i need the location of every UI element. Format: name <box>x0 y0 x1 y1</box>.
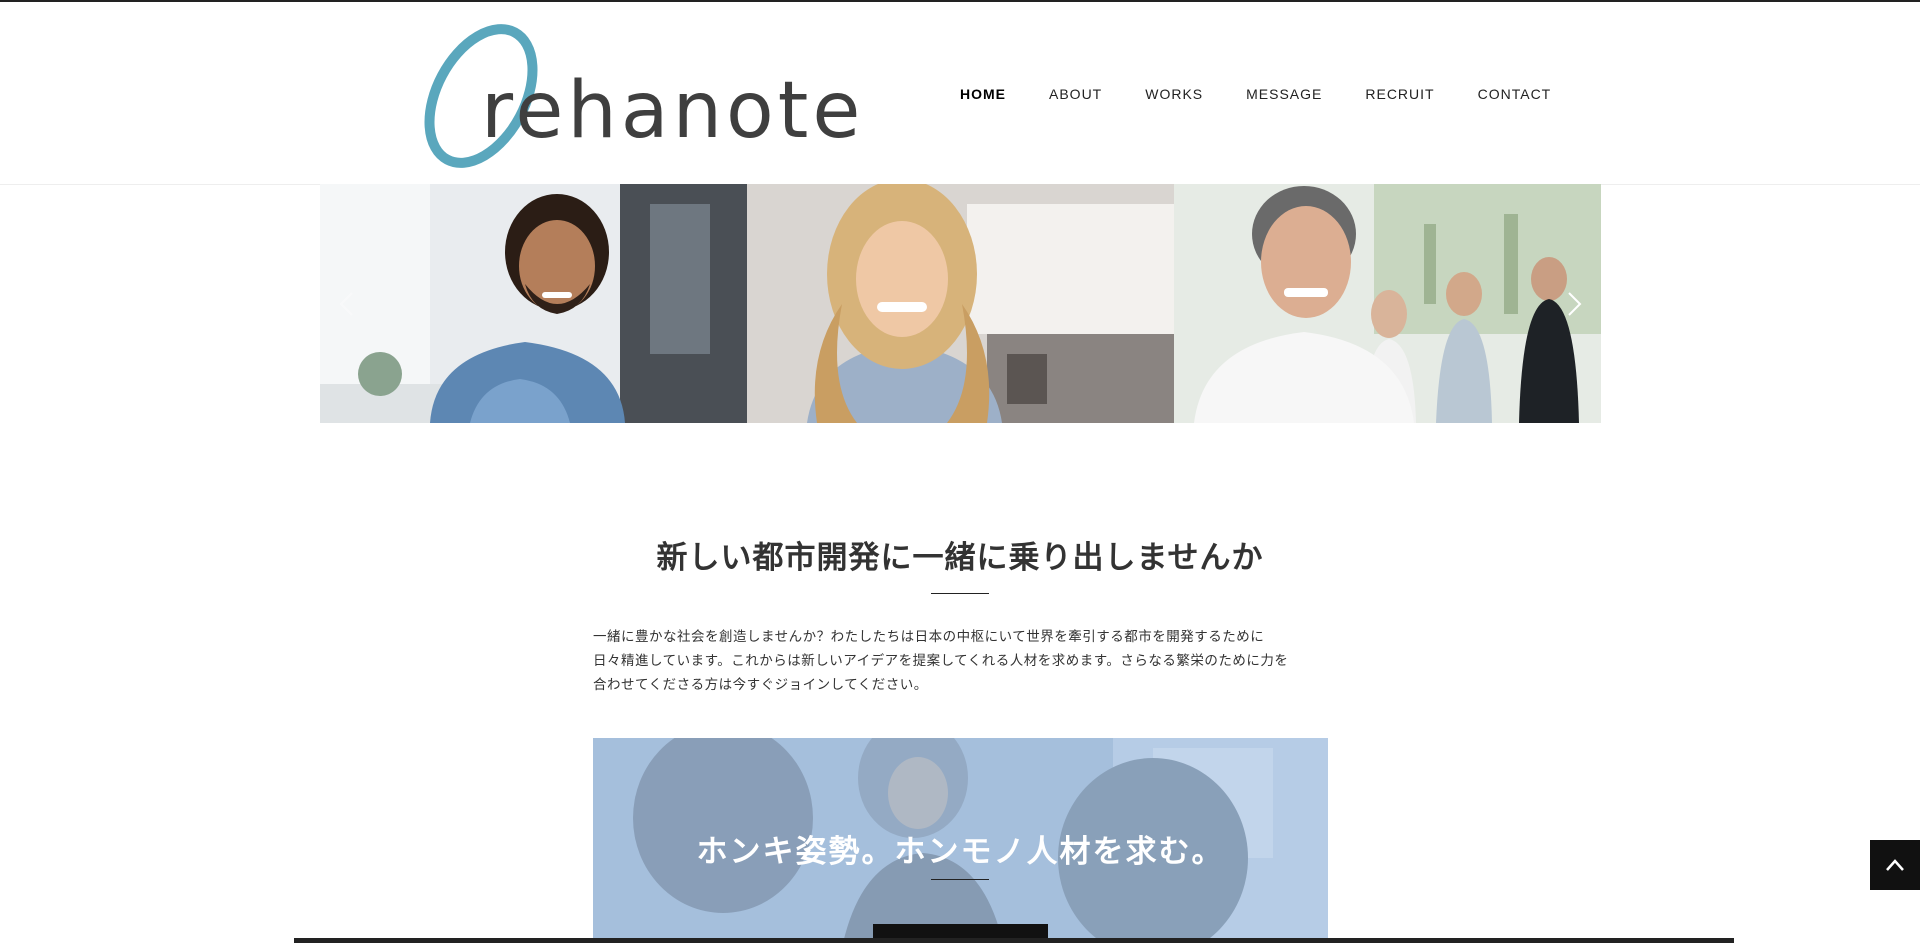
slide-man-office <box>1174 184 1601 423</box>
logo-text: rehanote <box>481 66 865 156</box>
slide-woman-blonde <box>747 184 1174 423</box>
back-to-top-button[interactable] <box>1870 840 1920 890</box>
slider-prev-button[interactable] <box>326 280 366 328</box>
intro-line: 日々精進しています。これからは新しいアイデアを提案してくれる人材を求めます。さら… <box>593 653 1289 669</box>
bottom-bar <box>294 938 1734 943</box>
recruit-banner: ホンキ姿勢。ホンモノ人材を求む。 <box>593 738 1328 943</box>
hero-slider <box>320 184 1601 423</box>
section-title: 新しい都市開発に一緒に乗り出しませんか <box>656 540 1264 576</box>
nav-contact[interactable]: CONTACT <box>1478 86 1552 106</box>
nav-works[interactable]: WORKS <box>1145 86 1203 106</box>
nav-about[interactable]: ABOUT <box>1049 86 1102 106</box>
intro-line: 一緒に豊かな社会を創造しませんか？わたしたちは日本の中枢にいて世界を牽引する都市… <box>593 629 1265 645</box>
chevron-left-icon <box>339 292 353 316</box>
nav-recruit[interactable]: RECRUIT <box>1365 86 1434 106</box>
slider-next-button[interactable] <box>1555 280 1595 328</box>
nav-message[interactable]: MESSAGE <box>1246 86 1322 106</box>
site-logo[interactable]: rehanote <box>413 20 860 170</box>
nav-home[interactable]: HOME <box>960 86 1006 106</box>
chevron-right-icon <box>1568 292 1582 316</box>
intro-line: 合わせてくださる方は今すぐジョインしてください。 <box>593 677 928 693</box>
banner-title: ホンキ姿勢。ホンモノ人材を求む。 <box>696 834 1225 870</box>
intro-text: 一緒に豊かな社会を創造しませんか？わたしたちは日本の中枢にいて世界を牽引する都市… <box>593 625 1333 697</box>
chevron-up-icon <box>1886 859 1904 871</box>
main-nav: HOME ABOUT WORKS MESSAGE RECRUIT CONTACT <box>960 86 1551 106</box>
site-header: rehanote HOME ABOUT WORKS MESSAGE RECRUI… <box>0 2 1920 185</box>
slide-man-curly-hair <box>320 184 747 423</box>
banner-divider <box>931 879 989 880</box>
title-divider <box>931 593 989 594</box>
